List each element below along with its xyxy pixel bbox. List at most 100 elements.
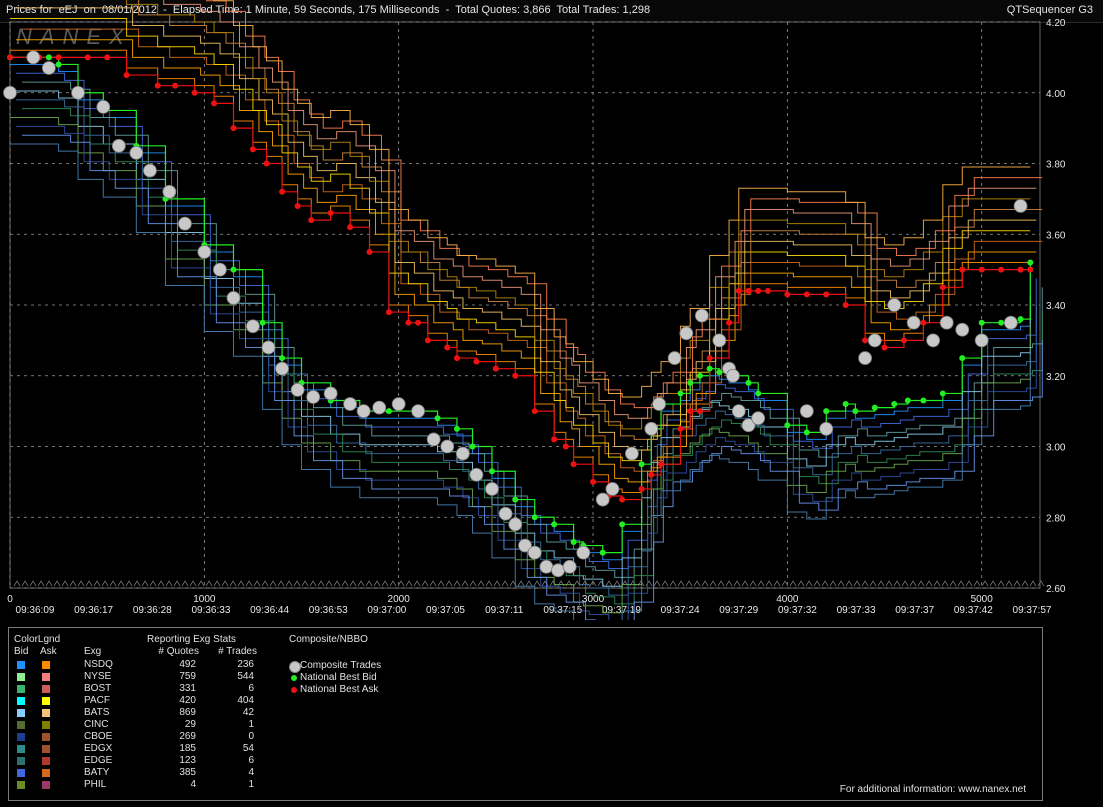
trade-point	[955, 322, 970, 337]
exchange-name: NSDQ	[84, 659, 113, 670]
exg-heading: Exg	[84, 646, 102, 657]
ask-point	[658, 461, 665, 468]
ask-point	[638, 485, 645, 492]
trade-count: 42	[242, 707, 254, 718]
y-tick-label: 3.00	[1046, 443, 1066, 454]
trade-count: 6	[248, 755, 254, 766]
bid-color-swatch	[17, 781, 25, 789]
bid-point	[570, 539, 577, 546]
trade-point	[343, 397, 357, 411]
bid-point	[619, 521, 626, 528]
bid-color-swatch	[17, 757, 25, 765]
ask-point	[444, 344, 451, 351]
ask-color-swatch	[42, 745, 50, 753]
ask-point	[531, 408, 538, 415]
ask-point	[823, 291, 830, 298]
trade-point	[41, 61, 56, 75]
bid-color-swatch	[17, 733, 25, 741]
trade-point	[667, 351, 682, 365]
trade-point	[527, 545, 542, 560]
trade-point	[162, 184, 177, 199]
bid-point	[512, 496, 519, 503]
ask-point	[920, 319, 927, 326]
ask-color-swatch	[42, 769, 50, 777]
ask-color-swatch	[42, 661, 50, 669]
ask-point	[453, 355, 460, 362]
bid-point	[978, 319, 985, 326]
trade-point	[3, 85, 17, 100]
ask-point	[803, 291, 810, 298]
ask-point	[55, 54, 62, 61]
bid-point	[259, 319, 266, 326]
trade-point	[644, 421, 659, 436]
ask-point	[385, 309, 392, 316]
trade-point	[595, 492, 610, 507]
ask-point	[900, 337, 907, 344]
exchange-name: PACF	[84, 695, 110, 706]
trade-count: 236	[237, 659, 254, 670]
ask-point	[735, 287, 742, 294]
ask-point	[249, 146, 256, 153]
trade-point	[469, 467, 484, 482]
ask-point	[570, 461, 577, 468]
ask-point	[755, 287, 762, 294]
bid-heading: Bid	[14, 646, 29, 657]
ask-point	[492, 365, 499, 372]
trade-count: 544	[237, 671, 254, 682]
x-time-tick-label: 09:36:53	[309, 605, 348, 616]
ask-point	[726, 319, 733, 326]
bid-point	[531, 514, 538, 521]
x-seq-tick-label: 2000	[388, 594, 411, 605]
ask-point	[415, 319, 422, 326]
x-time-tick-label: 09:36:09	[16, 605, 55, 616]
trade-count: 1	[248, 719, 254, 730]
bid-point	[904, 397, 911, 404]
ask-color-swatch	[42, 685, 50, 693]
exchange-name: CINC	[84, 719, 109, 730]
y-tick-label: 2.60	[1046, 584, 1066, 595]
watermark-nanex: NANEX	[16, 24, 132, 49]
bid-color-swatch	[17, 709, 25, 717]
ask-point	[405, 319, 412, 326]
legend-label: National Best Bid	[300, 672, 377, 683]
footer-info: For additional information: www.nanex.ne…	[839, 784, 1026, 795]
ask-point	[862, 337, 869, 344]
ask-point	[84, 54, 91, 61]
trade-point	[485, 482, 499, 496]
quote-count: 492	[179, 659, 196, 670]
x-time-tick-label: 09:37:32	[778, 605, 817, 616]
ask-color-swatch	[42, 673, 50, 681]
trade-point	[261, 340, 276, 355]
ask-point	[123, 72, 130, 79]
trade-point	[551, 563, 565, 578]
trade-point	[1003, 315, 1018, 330]
exchange-name: PHIL	[84, 779, 107, 790]
trade-point	[539, 559, 554, 574]
ask-point	[745, 287, 752, 294]
trade-point	[411, 404, 426, 419]
y-tick-label: 3.60	[1046, 230, 1066, 241]
trade-count: 0	[248, 731, 254, 742]
bid-point	[469, 443, 476, 450]
x-time-tick-label: 09:37:05	[426, 605, 465, 616]
ask-point	[687, 408, 694, 415]
ask-point	[881, 344, 888, 351]
bid-point	[45, 54, 52, 61]
trade-count: 404	[237, 695, 254, 706]
bid-point	[842, 401, 849, 408]
y-tick-label: 3.80	[1046, 160, 1066, 171]
quotes-heading: # Quotes	[158, 646, 199, 657]
trade-point	[306, 390, 321, 404]
trade-point	[372, 400, 387, 415]
trade-point	[819, 421, 834, 436]
price-chart[interactable]: NANEX 4.20 4.00 3.80 3.60 3.40 3.20 3.00 2.80 2.6…	[0, 0, 1103, 620]
x-time-tick-label: 09:36:28	[133, 605, 172, 616]
ask-point	[327, 210, 334, 217]
ask-heading: Ask	[40, 646, 57, 657]
ask-point	[308, 217, 315, 224]
trade-point	[679, 326, 694, 341]
bid-color-swatch	[17, 685, 25, 693]
trade-point	[356, 404, 371, 419]
ask-color-swatch	[42, 733, 50, 741]
ask-point	[551, 436, 558, 443]
